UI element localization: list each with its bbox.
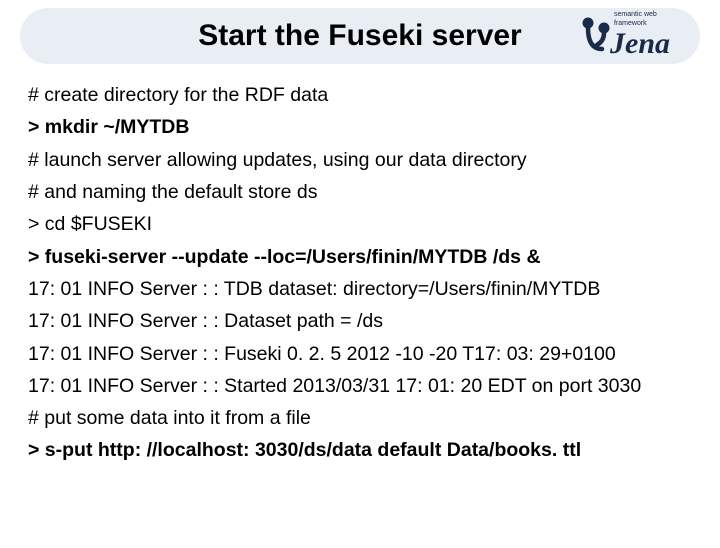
- command-line: > fuseki-server --update --loc=/Users/fi…: [28, 244, 692, 270]
- logo-tagline-2: framework: [614, 20, 647, 27]
- comment-line: # put some data into it from a file: [28, 405, 692, 431]
- comment-line: # create directory for the RDF data: [28, 82, 692, 108]
- title-bar: Start the Fuseki server semantic web fra…: [20, 8, 700, 64]
- comment-line: # and naming the default store ds: [28, 179, 692, 205]
- log-line: 17: 01 INFO Server : : Started 2013/03/3…: [28, 373, 692, 399]
- logo-brand: Jena: [609, 27, 670, 60]
- comment-line: # launch server allowing updates, using …: [28, 147, 692, 173]
- page-title: Start the Fuseki server: [198, 19, 521, 53]
- command-line: > cd $FUSEKI: [28, 211, 692, 237]
- jena-logo: semantic web framework Jena: [574, 6, 704, 66]
- command-line: > mkdir ~/MYTDB: [28, 114, 692, 140]
- title-pill: Start the Fuseki server semantic web fra…: [20, 8, 700, 64]
- log-line: 17: 01 INFO Server : : Dataset path = /d…: [28, 308, 692, 334]
- logo-tagline-1: semantic web: [614, 11, 657, 18]
- command-line: > s-put http: //localhost: 3030/ds/data …: [28, 437, 692, 463]
- log-line: 17: 01 INFO Server : : TDB dataset: dire…: [28, 276, 692, 302]
- log-line: 17: 01 INFO Server : : Fuseki 0. 2. 5 20…: [28, 341, 692, 367]
- slide-content: # create directory for the RDF data > mk…: [0, 82, 720, 464]
